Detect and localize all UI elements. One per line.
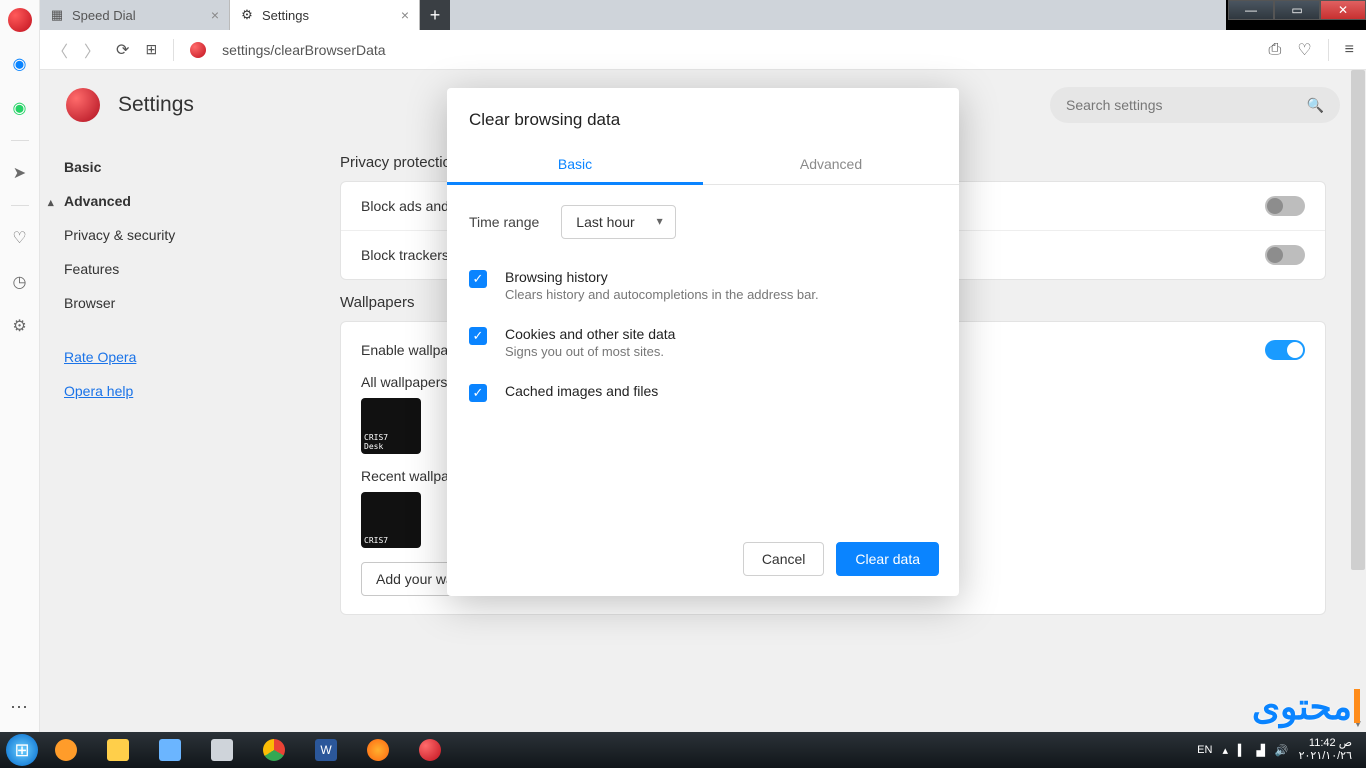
gear-icon[interactable]: ⚙ — [8, 314, 32, 338]
opera-help-link[interactable]: Opera help — [64, 374, 280, 408]
divider — [1328, 39, 1329, 61]
tray-language[interactable]: EN — [1197, 744, 1212, 756]
more-icon[interactable]: ⋯ — [10, 697, 29, 718]
tab-settings[interactable]: ⚙ Settings × — [230, 0, 420, 30]
tray-date: ٢٠٢١/١٠/٢٦ — [1299, 750, 1352, 763]
dialog-tabs: Basic Advanced — [447, 146, 959, 185]
easy-setup-icon[interactable]: ≡ — [1345, 41, 1354, 59]
address-bar: 〈 〉 ⟳ ⊞ settings/clearBrowserData ⎙ ♡ ≡ — [40, 30, 1366, 70]
heart-icon[interactable]: ♡ — [8, 226, 32, 250]
option-subtitle: Clears history and autocompletions in th… — [505, 287, 819, 302]
divider — [173, 39, 174, 61]
checkbox-checked-icon[interactable]: ✓ — [469, 384, 487, 402]
opera-badge-icon — [190, 42, 206, 58]
search-settings-input[interactable]: Search settings 🔍 — [1050, 87, 1340, 123]
new-tab-button[interactable]: + — [420, 0, 450, 30]
system-tray: EN ▴ ▍ ▟ 🔊 ص 11:42 ٢٠٢١/١٠/٢٦ — [1197, 737, 1360, 762]
flag-icon[interactable]: ▍ — [1238, 744, 1246, 757]
send-icon[interactable]: ➤ — [8, 161, 32, 185]
page-scrollbar[interactable]: ▲ ▼ — [1350, 70, 1366, 732]
cancel-button[interactable]: Cancel — [743, 542, 825, 576]
opera-logo-icon[interactable] — [8, 8, 32, 32]
tab-speed-dial[interactable]: ▦ Speed Dial × — [40, 0, 230, 30]
watermark: محتوى — [1252, 686, 1360, 728]
option-subtitle: Signs you out of most sites. — [505, 344, 675, 359]
toggle-block-ads[interactable] — [1265, 196, 1305, 216]
search-icon: 🔍 — [1307, 97, 1324, 114]
volume-icon[interactable]: 🔊 — [1275, 744, 1289, 757]
sidebar-item-features[interactable]: Features — [64, 252, 280, 286]
tab-strip: ▦ Speed Dial × ⚙ Settings × + — [40, 0, 1226, 30]
option-title: Cached images and files — [505, 383, 658, 399]
sidebar-item-privacy[interactable]: Privacy & security — [64, 218, 280, 252]
scrollbar-thumb[interactable] — [1351, 70, 1365, 570]
row-label: Block trackers — [361, 247, 449, 263]
close-icon[interactable]: × — [211, 7, 219, 23]
dialog-title: Clear browsing data — [447, 88, 959, 146]
wallpaper-thumbnail[interactable]: CRIS7 — [361, 492, 421, 548]
toggle-block-trackers[interactable] — [1265, 245, 1305, 265]
settings-sidebar: Basic Advanced Privacy & security Featur… — [40, 140, 280, 732]
opera-logo-icon — [66, 88, 100, 122]
tray-time: ص 11:42 — [1299, 737, 1352, 750]
rate-opera-link[interactable]: Rate Opera — [64, 340, 280, 374]
page-title: Settings — [118, 93, 194, 117]
taskbar-firefox[interactable] — [354, 735, 402, 765]
forward-button[interactable]: 〉 — [84, 38, 100, 62]
checkbox-checked-icon[interactable]: ✓ — [469, 327, 487, 345]
apps-icon[interactable]: ⊞ — [145, 41, 157, 58]
tab-label: Speed Dial — [72, 8, 136, 23]
wallpaper-thumbnail[interactable]: CRIS7Desk — [361, 398, 421, 454]
option-cookies[interactable]: ✓ Cookies and other site data Signs you … — [469, 318, 937, 375]
taskbar-app[interactable] — [146, 735, 194, 765]
taskbar-app[interactable] — [198, 735, 246, 765]
gear-icon: ⚙ — [240, 8, 254, 22]
divider — [11, 140, 29, 141]
tray-clock[interactable]: ص 11:42 ٢٠٢١/١٠/٢٦ — [1299, 737, 1352, 762]
time-range-label: Time range — [469, 214, 539, 230]
checkbox-checked-icon[interactable]: ✓ — [469, 270, 487, 288]
window-close-button[interactable]: ✕ — [1320, 0, 1366, 20]
search-placeholder: Search settings — [1066, 97, 1163, 113]
taskbar-word[interactable]: W — [302, 735, 350, 765]
messenger-icon[interactable]: ◉ — [8, 52, 32, 76]
taskbar-chrome[interactable] — [250, 735, 298, 765]
sidebar-item-basic[interactable]: Basic — [64, 150, 280, 184]
chevron-up-icon[interactable]: ▴ — [1222, 744, 1228, 757]
dialog-tab-basic[interactable]: Basic — [447, 146, 703, 185]
taskbar-opera[interactable] — [406, 735, 454, 765]
option-title: Browsing history — [505, 269, 819, 285]
whatsapp-icon[interactable]: ◉ — [8, 96, 32, 120]
heart-icon[interactable]: ♡ — [1297, 40, 1311, 60]
snapshot-icon[interactable]: ⎙ — [1269, 41, 1282, 59]
toggle-enable-wallpapers[interactable] — [1265, 340, 1305, 360]
dialog-tab-advanced[interactable]: Advanced — [703, 146, 959, 184]
sidebar-item-advanced[interactable]: Advanced — [64, 184, 280, 218]
option-cache[interactable]: ✓ Cached images and files — [469, 375, 937, 418]
window-minimize-button[interactable]: — — [1228, 0, 1274, 20]
sidebar-item-browser[interactable]: Browser — [64, 286, 280, 320]
tab-label: Settings — [262, 8, 309, 23]
window-controls: — ▭ ✕ — [1228, 0, 1366, 20]
taskbar-explorer[interactable] — [94, 735, 142, 765]
divider — [11, 205, 29, 206]
option-browsing-history[interactable]: ✓ Browsing history Clears history and au… — [469, 261, 937, 318]
start-button[interactable]: ⊞ — [6, 734, 38, 766]
reload-button[interactable]: ⟳ — [116, 40, 129, 60]
grid-icon: ▦ — [50, 8, 64, 22]
windows-taskbar: ⊞ W EN ▴ ▍ ▟ 🔊 ص 11:42 ٢٠٢١/١٠/٢٦ — [0, 732, 1366, 768]
dialog-footer: Cancel Clear data — [447, 528, 959, 596]
opera-sidebar-rail: ◉ ◉ ➤ ♡ ◷ ⚙ ⋯ — [0, 0, 40, 732]
option-title: Cookies and other site data — [505, 326, 675, 342]
taskbar-app[interactable] — [42, 735, 90, 765]
clear-browsing-data-dialog: Clear browsing data Basic Advanced Time … — [447, 88, 959, 596]
url-text[interactable]: settings/clearBrowserData — [222, 42, 385, 58]
clock-icon[interactable]: ◷ — [8, 270, 32, 294]
action-center-icon[interactable]: ▟ — [1256, 744, 1264, 757]
clear-data-button[interactable]: Clear data — [836, 542, 939, 576]
window-maximize-button[interactable]: ▭ — [1274, 0, 1320, 20]
back-button[interactable]: 〈 — [52, 38, 68, 62]
close-icon[interactable]: × — [401, 7, 409, 23]
time-range-select[interactable]: Last hour — [561, 205, 675, 239]
